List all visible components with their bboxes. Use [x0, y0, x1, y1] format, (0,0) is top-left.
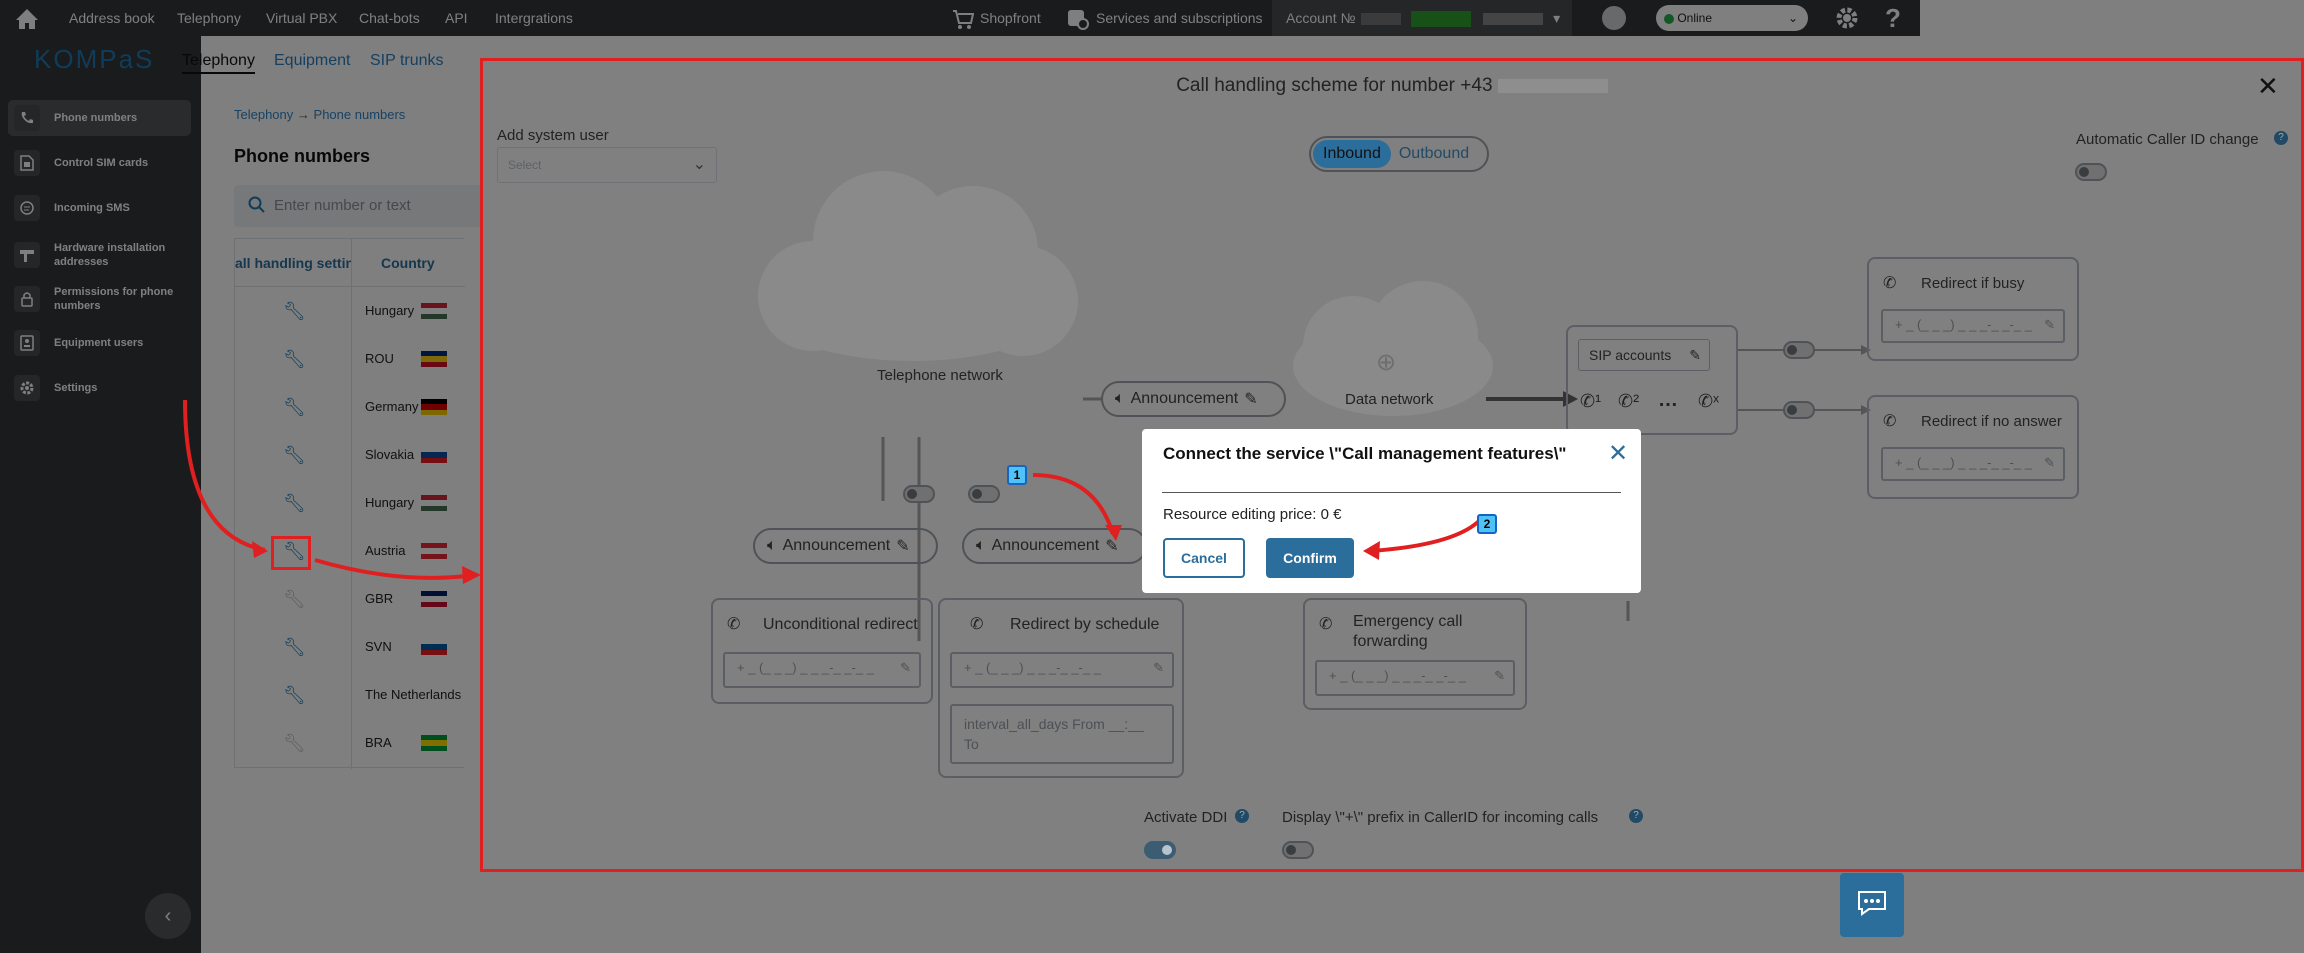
phone-placeholder: + _ (_ _ _) _ _ _-_ _-_ _ [964, 660, 1101, 675]
globe-icon: ⊕ [1376, 349, 1397, 376]
sip-accounts-button[interactable]: SIP accounts ✎ [1578, 339, 1710, 371]
phone-2-icon: ✆² [1618, 391, 1640, 411]
redirect-busy-phone-field[interactable]: + _ (_ _ _) _ _ _-_ _-_ _ ✎ [1881, 309, 2065, 343]
redirect-if-no-answer-card: ✆ Redirect if no answer + _ (_ _ _) _ _ … [1867, 395, 2079, 499]
display-prefix-label: Display \"+\" prefix in CallerID for inc… [1282, 809, 1599, 826]
chat-icon [1857, 890, 1887, 921]
schedule-phone-field[interactable]: + _ (_ _ _) _ _ _-_ _-_ _ ✎ [950, 652, 1174, 688]
display-prefix-toggle[interactable] [1282, 841, 1314, 859]
close-icon[interactable]: ✕ [1608, 439, 1628, 468]
chat-button[interactable] [1840, 873, 1904, 937]
speaker-icon: 🔈︎ [1115, 390, 1125, 407]
speaker-icon: 🔈︎ [976, 537, 986, 554]
emergency-forwarding-card: ✆ Emergency call forwarding + _ (_ _ _) … [1303, 598, 1527, 710]
redirect-no-answer-label: Redirect if no answer [1921, 413, 2062, 430]
emergency-phone-field[interactable]: + _ (_ _ _) _ _ _-_ _-_ _ ✎ [1315, 660, 1515, 696]
info-icon[interactable]: ? [1235, 809, 1249, 823]
pencil-icon: ✎ [1494, 668, 1505, 683]
unconditional-redirect-label: Unconditional redirect [763, 616, 918, 633]
phone-forward-icon: ✆ [1883, 275, 1897, 292]
step-badge-2: 2 [1477, 514, 1497, 534]
pencil-icon: ✎ [1153, 660, 1164, 675]
info-icon[interactable]: ? [1629, 809, 1643, 823]
pencil-icon: ✎ [900, 660, 911, 675]
phone-forward-icon: ✆ [727, 616, 741, 633]
phone-placeholder: + _ (_ _ _) _ _ _-_ _-_ _ [737, 660, 874, 675]
activate-ddi-label: Activate DDI [1144, 809, 1228, 826]
phone-placeholder: + _ (_ _ _) _ _ _-_ _-_ _ [1895, 455, 2032, 470]
redirect-schedule-label: Redirect by schedule [1010, 616, 1160, 633]
pencil-icon: ✎ [2044, 455, 2055, 470]
emergency-forwarding-label: Emergency call forwarding [1353, 613, 1463, 650]
pencil-icon: ✎ [2044, 317, 2055, 332]
pencil-icon: ✎ [896, 538, 910, 555]
announcement-label: Announcement [1130, 390, 1239, 407]
unconditional-redirect-phone-field[interactable]: + _ (_ _ _) _ _ _-_ _-_ _ ✎ [723, 652, 921, 688]
phone-missed-icon: ✆ [1883, 413, 1897, 430]
callout-arrows [1032, 473, 1482, 560]
activate-ddi-toggle[interactable] [1144, 841, 1176, 859]
redirect-by-schedule-card: ✆ Redirect by schedule + _ (_ _ _) _ _ _… [938, 598, 1184, 778]
more-icon: … [1658, 389, 1678, 411]
announcement-left-toggle[interactable] [903, 485, 935, 503]
data-network-label: Data network [1345, 391, 1434, 408]
phone-1-icon: ✆¹ [1580, 391, 1602, 411]
telephone-network-label: Telephone network [877, 367, 1003, 384]
pencil-icon: ✎ [1244, 391, 1258, 408]
phone-x-icon: ✆ˣ [1698, 391, 1719, 411]
speaker-icon: 🔈︎ [767, 537, 777, 554]
redirect-busy-toggle[interactable] [1783, 341, 1815, 359]
calendar-phone-icon: ✆ [970, 616, 984, 633]
redirect-if-busy-card: ✆ Redirect if busy + _ (_ _ _) _ _ _-_ _… [1867, 257, 2079, 361]
sip-accounts-card: SIP accounts ✎ ✆¹ ✆² … ✆ˣ [1566, 325, 1738, 435]
sip-accounts-label: SIP accounts [1589, 347, 1672, 363]
schedule-text: interval_all_days From __:__ To [964, 716, 1144, 752]
phone-forward-icon: ✆ [1319, 616, 1333, 633]
schedule-interval[interactable]: interval_all_days From __:__ To [950, 704, 1174, 764]
unconditional-redirect-card: ✆ Unconditional redirect + _ (_ _ _) _ _… [711, 598, 933, 704]
phone-placeholder: + _ (_ _ _) _ _ _-_ _-_ _ [1329, 668, 1466, 683]
phone-placeholder: + _ (_ _ _) _ _ _-_ _-_ _ [1895, 317, 2032, 332]
announcement-left[interactable]: 🔈︎ Announcement ✎ [753, 528, 938, 564]
pencil-icon: ✎ [1689, 347, 1701, 363]
redirect-no-answer-phone-field[interactable]: + _ (_ _ _) _ _ _-_ _-_ _ ✎ [1881, 447, 2065, 481]
redirect-no-answer-toggle[interactable] [1783, 401, 1815, 419]
announcement-top[interactable]: 🔈︎ Announcement ✎ [1101, 381, 1286, 417]
step-badge-1: 1 [1007, 465, 1027, 485]
announcement-right-toggle[interactable] [968, 485, 1000, 503]
announcement-label: Announcement [782, 537, 891, 554]
annotation-arrows [183, 399, 481, 584]
redirect-busy-label: Redirect if busy [1921, 275, 2025, 292]
